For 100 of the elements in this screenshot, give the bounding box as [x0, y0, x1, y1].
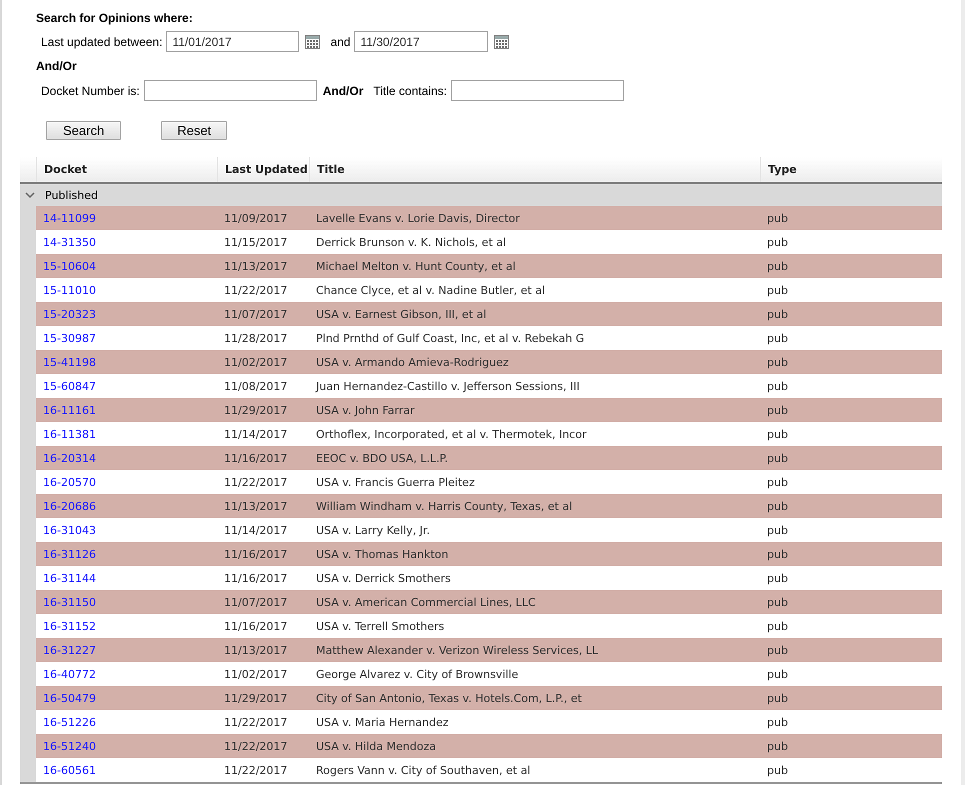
title-cell-text: Rogers Vann v. City of Southaven, et al — [315, 764, 532, 776]
title-cell-text: USA v. John Farrar — [315, 404, 416, 416]
and-or-label: And/Or — [36, 59, 78, 73]
title-field[interactable] — [450, 80, 624, 101]
docket-link[interactable]: 16-51226 — [43, 716, 96, 728]
type-cell-text: pub — [766, 668, 789, 680]
type-cell-text: pub — [766, 764, 789, 776]
title-cell-text: USA v. Hilda Mendoza — [315, 740, 437, 752]
date-cell-text: 11/22/2017 — [223, 476, 288, 488]
type-cell-text: pub — [766, 716, 789, 728]
date-cell-text: 11/22/2017 — [223, 740, 288, 752]
title-cell-text: USA v. Thomas Hankton — [315, 548, 450, 560]
chevron-down-icon[interactable] — [25, 192, 35, 198]
title-cell-text: Michael Melton v. Hunt County, et al — [315, 260, 517, 272]
docket-link[interactable]: 16-20570 — [43, 476, 96, 488]
search-button[interactable]: Search — [46, 121, 122, 140]
column-header[interactable]: Docket — [36, 157, 217, 182]
docket-link[interactable]: 15-10604 — [43, 260, 96, 272]
date-cell-text: 11/28/2017 — [223, 332, 288, 344]
title-cell-text: USA v. Armando Amieva-Rodriguez — [315, 356, 510, 368]
title-cell-text: USA v. Maria Hernandez — [315, 716, 450, 728]
title-cell-text: USA v. Earnest Gibson, III, et al — [315, 308, 488, 320]
date-cell-text: 11/22/2017 — [223, 284, 288, 296]
type-cell-text: pub — [766, 356, 789, 368]
type-cell-text: pub — [766, 332, 789, 344]
docket-link[interactable]: 15-60847 — [43, 380, 96, 392]
column-header[interactable]: Title — [309, 157, 760, 182]
docket-link[interactable]: 16-51240 — [43, 740, 96, 752]
group-label: Published — [45, 188, 98, 202]
docket-link[interactable]: 14-31350 — [43, 236, 96, 248]
docket-number-field[interactable] — [144, 80, 317, 101]
date-cell-text: 11/13/2017 — [223, 644, 288, 656]
type-cell-text: pub — [766, 308, 789, 320]
type-cell-text: pub — [766, 236, 789, 248]
date-cell-text: 11/29/2017 — [223, 692, 288, 704]
date-cell-text: 11/16/2017 — [223, 452, 288, 464]
docket-link[interactable]: 16-50479 — [43, 692, 96, 704]
title-cell-text: George Alvarez v. City of Brownsville — [315, 668, 520, 680]
docket-link[interactable]: 14-11099 — [43, 212, 96, 224]
title-cell-text: USA v. Terrell Smothers — [315, 620, 446, 632]
title-contains-label: Title contains: — [373, 84, 447, 98]
docket-link[interactable]: 16-31144 — [43, 572, 96, 584]
docket-link[interactable]: 16-31227 — [43, 644, 96, 656]
type-cell-text: pub — [766, 284, 789, 296]
type-cell-text: pub — [766, 476, 789, 488]
type-cell-text: pub — [766, 212, 789, 224]
title-cell-text: USA v. American Commercial Lines, LLC — [315, 596, 537, 608]
docket-link[interactable]: 15-20323 — [43, 308, 96, 320]
calendar-icon[interactable] — [494, 34, 510, 48]
title-cell-text: William Windham v. Harris County, Texas, et al — [315, 500, 574, 512]
docket-link[interactable]: 15-11010 — [43, 284, 96, 296]
and-or-label: And/Or — [322, 84, 364, 98]
docket-link[interactable]: 15-41198 — [43, 356, 96, 368]
type-cell-text: pub — [766, 428, 789, 440]
date-cell-text: 11/13/2017 — [223, 260, 288, 272]
docket-link[interactable]: 16-40772 — [43, 668, 96, 680]
title-cell-text: Orthoflex, Incorporated, et al v. Thermotek, Incor — [315, 428, 588, 440]
date-from-field[interactable]: 11/01/2017 — [166, 31, 300, 52]
date-to-field[interactable]: 11/30/2017 — [354, 31, 488, 52]
calendar-icon[interactable] — [305, 34, 320, 48]
date-joiner-label: and — [330, 34, 350, 48]
docket-link[interactable]: 16-60561 — [43, 764, 96, 776]
type-cell-text: pub — [766, 260, 789, 272]
date-cell-text: 11/09/2017 — [223, 212, 288, 224]
docket-link[interactable]: 16-31152 — [43, 620, 96, 632]
docket-link[interactable]: 16-31126 — [43, 548, 96, 560]
date-cell-text: 11/15/2017 — [223, 236, 288, 248]
form-heading: Search for Opinions where: — [36, 11, 193, 25]
column-header[interactable]: Last Updated — [217, 157, 309, 182]
date-cell-text: 11/16/2017 — [223, 620, 288, 632]
title-cell-text: USA v. Larry Kelly, Jr. — [315, 524, 431, 536]
title-cell-text: Derrick Brunson v. K. Nichols, et al — [315, 236, 508, 248]
date-cell-text: 11/07/2017 — [223, 308, 288, 320]
type-cell-text: pub — [766, 596, 789, 608]
docket-link[interactable]: 16-11161 — [43, 404, 96, 416]
docket-link[interactable]: 15-30987 — [43, 332, 96, 344]
date-cell-text: 11/16/2017 — [223, 572, 288, 584]
type-cell-text: pub — [766, 452, 789, 464]
date-cell-text: 11/07/2017 — [223, 596, 288, 608]
docket-link[interactable]: 16-20314 — [43, 452, 96, 464]
docket-link[interactable]: 16-31150 — [43, 596, 96, 608]
date-cell-text: 11/13/2017 — [223, 500, 288, 512]
column-header[interactable]: Type — [760, 157, 942, 182]
title-cell-text: Plnd Prnthd of Gulf Coast, Inc, et al v. Rebekah G — [315, 332, 586, 344]
docket-link[interactable]: 16-11381 — [43, 428, 96, 440]
docket-number-label: Docket Number is: — [41, 84, 140, 98]
type-cell-text: pub — [766, 548, 789, 560]
date-range-label: Last updated between: — [41, 34, 162, 48]
reset-button[interactable]: Reset — [161, 121, 228, 140]
type-cell-text: pub — [766, 572, 789, 584]
docket-link[interactable]: 16-31043 — [43, 524, 96, 536]
type-cell-text: pub — [766, 500, 789, 512]
type-cell-text: pub — [766, 404, 789, 416]
date-cell-text: 11/02/2017 — [223, 356, 288, 368]
docket-link[interactable]: 16-20686 — [43, 500, 96, 512]
title-cell-text: USA v. Derrick Smothers — [315, 572, 452, 584]
title-cell-text: EEOC v. BDO USA, L.L.P. — [315, 452, 449, 464]
date-cell-text: 11/29/2017 — [223, 404, 288, 416]
date-cell-text: 11/16/2017 — [223, 548, 288, 560]
type-cell-text: pub — [766, 692, 789, 704]
